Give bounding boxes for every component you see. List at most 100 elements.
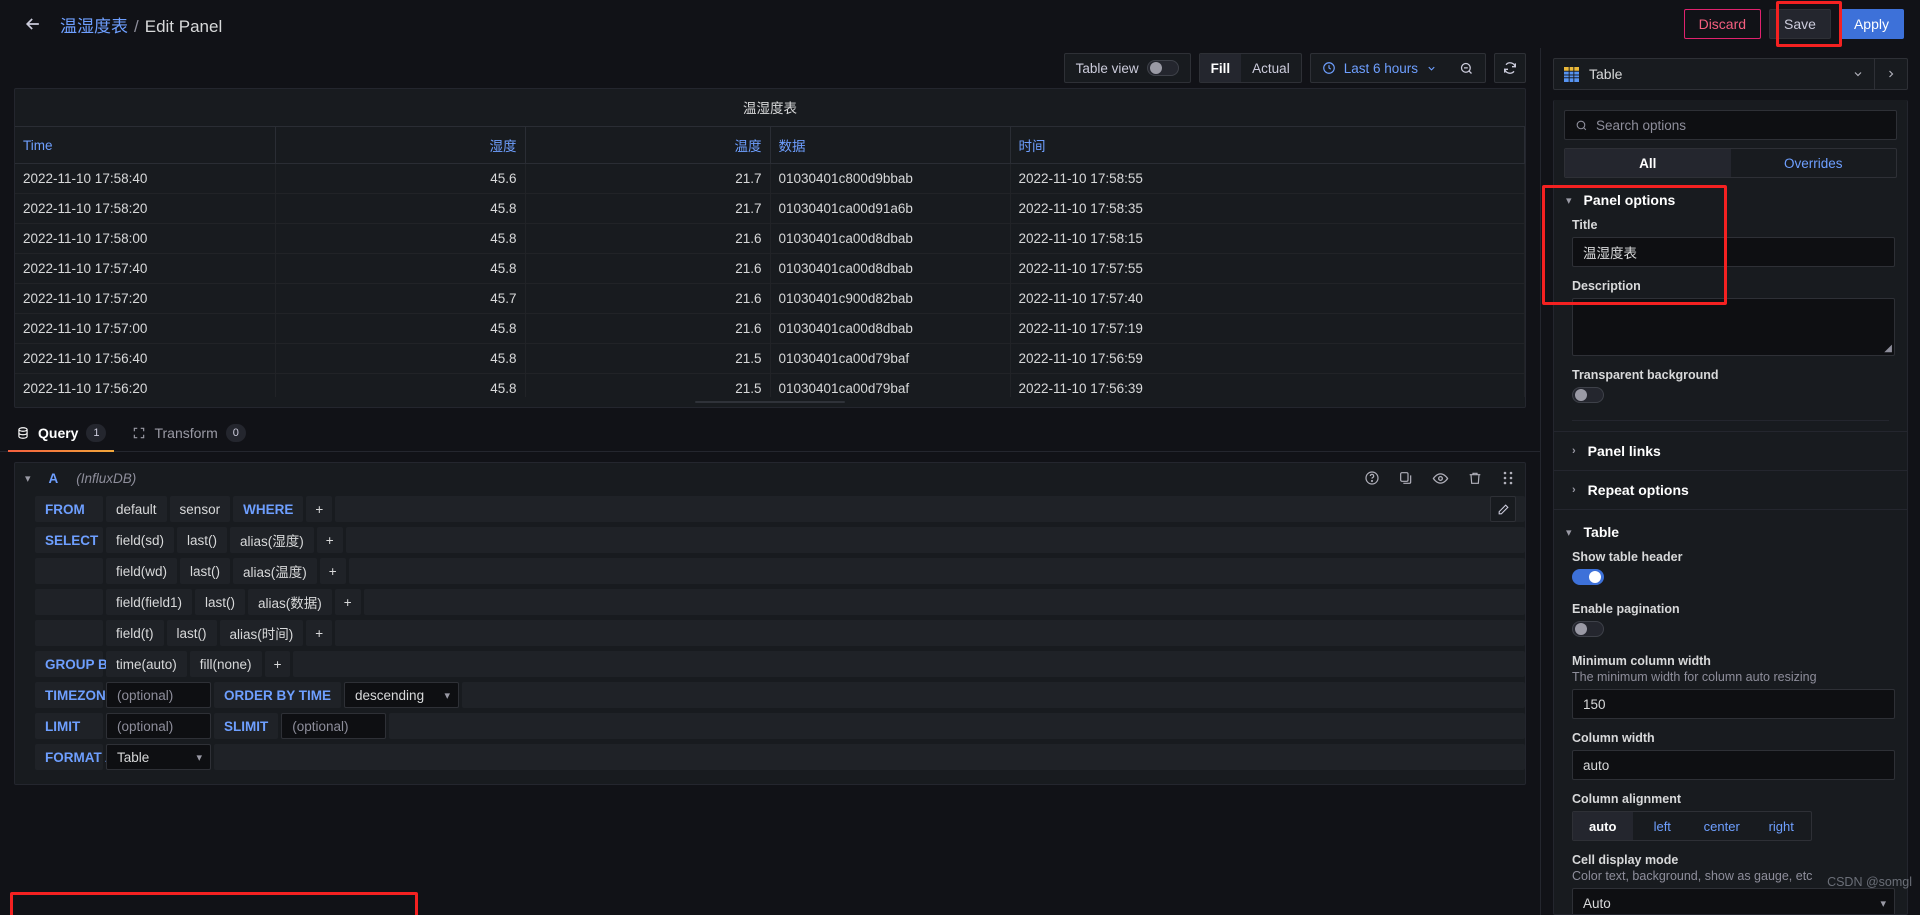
duplicate-icon[interactable] <box>1398 470 1414 486</box>
transparent-background-switch[interactable] <box>1572 387 1604 403</box>
column-alignment-tabs: auto left center right <box>1572 811 1812 841</box>
time-range-picker[interactable]: Last 6 hours <box>1311 54 1448 82</box>
format-as-select[interactable]: Table ▾ <box>106 744 211 770</box>
col-header-timestamp[interactable]: 时间 <box>1010 126 1525 164</box>
min-column-width-input[interactable]: 150 <box>1572 689 1895 719</box>
eye-icon[interactable] <box>1432 470 1449 487</box>
select-alias-3[interactable]: alias(时间) <box>219 620 304 646</box>
where-add-button[interactable]: + <box>306 496 333 522</box>
select-alias-1[interactable]: alias(温度) <box>233 558 317 584</box>
select-add-button-3[interactable]: + <box>306 620 333 646</box>
section-panel-options[interactable]: ▾ Panel options <box>1554 178 1907 218</box>
col-header-time[interactable]: Time <box>15 126 276 164</box>
query-row-select-3: field(t) last() alias(时间) + <box>35 619 1525 647</box>
panel-links-label: Panel links <box>1587 443 1661 459</box>
select-field-1[interactable]: field(wd) <box>106 558 178 584</box>
tab-transform[interactable]: Transform 0 <box>130 418 247 451</box>
column-alignment-right[interactable]: right <box>1752 812 1812 840</box>
tab-query[interactable]: Query 1 <box>7 418 115 452</box>
table-cell: 21.7 <box>525 193 771 224</box>
help-icon[interactable] <box>1364 470 1380 486</box>
select-alias-0[interactable]: alias(湿度) <box>230 527 314 553</box>
tab-all[interactable]: All <box>1565 149 1731 177</box>
col-header-humidity[interactable]: 湿度 <box>275 126 526 164</box>
col-header-temperature[interactable]: 温度 <box>525 126 771 164</box>
table-view-switch[interactable] <box>1146 60 1179 76</box>
select-function-2[interactable]: last() <box>195 589 246 615</box>
drag-handle-icon[interactable] <box>1501 470 1515 486</box>
toggle-knob <box>1149 62 1162 74</box>
select-add-button-0[interactable]: + <box>316 527 343 553</box>
select-row-spacer <box>35 620 103 646</box>
transform-count-badge: 0 <box>225 424 246 442</box>
visualization-picker[interactable]: Table <box>1553 58 1908 90</box>
select-alias-2[interactable]: alias(数据) <box>248 589 332 615</box>
title-input[interactable]: 温湿度表 <box>1572 237 1895 267</box>
select-add-button-2[interactable]: + <box>334 589 361 615</box>
panel-resize-handle[interactable] <box>15 397 1525 407</box>
cell-display-mode-select[interactable]: Auto ▾ <box>1572 888 1895 914</box>
select-field-0[interactable]: field(sd) <box>106 527 175 553</box>
col-header-data[interactable]: 数据 <box>770 126 1011 164</box>
apply-button[interactable]: Apply <box>1838 9 1904 39</box>
breadcrumb-separator: / <box>134 16 139 36</box>
from-measurement[interactable]: sensor <box>169 496 231 522</box>
table-cell: 01030401c800d9bbab <box>770 163 1011 194</box>
show-table-header-switch[interactable] <box>1572 569 1604 585</box>
trash-icon[interactable] <box>1467 470 1483 486</box>
column-alignment-auto[interactable]: auto <box>1573 812 1633 840</box>
select-add-button-1[interactable]: + <box>319 558 346 584</box>
discard-button[interactable]: Discard <box>1683 9 1762 39</box>
query-edit-mode-button[interactable] <box>1490 496 1516 522</box>
column-width-input[interactable]: auto <box>1572 750 1895 780</box>
section-repeat-options[interactable]: › Repeat options <box>1554 470 1907 509</box>
resize-grip-icon[interactable]: ◢ <box>1884 343 1892 354</box>
table-cell: 45.8 <box>275 253 526 284</box>
query-body: FROM default sensor WHERE + SELECT field(… <box>15 493 1525 784</box>
actual-button[interactable]: Actual <box>1241 54 1301 82</box>
group-by-add-button[interactable]: + <box>264 651 291 677</box>
back-button[interactable] <box>16 7 50 41</box>
section-panel-links[interactable]: › Panel links <box>1554 431 1907 470</box>
limit-input[interactable]: (optional) <box>106 713 211 739</box>
description-textarea[interactable]: ◢ <box>1572 298 1895 356</box>
search-options-input[interactable]: Search options <box>1564 110 1897 140</box>
query-ref-id[interactable]: A <box>49 471 59 486</box>
refresh-button[interactable] <box>1494 53 1526 83</box>
fill-button[interactable]: Fill <box>1199 54 1242 82</box>
from-policy[interactable]: default <box>106 496 167 522</box>
slimit-input[interactable]: (optional) <box>281 713 387 739</box>
timezone-input[interactable]: (optional) <box>106 682 211 708</box>
tab-overrides[interactable]: Overrides <box>1731 149 1897 177</box>
group-by-fill[interactable]: fill(none) <box>189 651 262 677</box>
select-function-0[interactable]: last() <box>177 527 228 553</box>
viz-current[interactable]: Table <box>1554 66 1842 82</box>
breadcrumb-dashboard[interactable]: 温湿度表 <box>60 12 128 37</box>
cell-display-mode-label: Cell display mode <box>1572 853 1679 867</box>
table-cell: 21.6 <box>525 223 771 254</box>
select-function-3[interactable]: last() <box>166 620 217 646</box>
options-scroll: ▾ Panel options Title 温湿度表 Description ◢… <box>1554 178 1907 914</box>
save-button[interactable]: Save <box>1769 9 1831 39</box>
table-view-toggle[interactable]: Table view <box>1065 54 1190 82</box>
options-collapse-button[interactable] <box>1875 59 1907 89</box>
fill-actual-group: Fill Actual <box>1198 53 1302 83</box>
query-collapse-icon[interactable]: ▾ <box>25 472 31 485</box>
group-by-time[interactable]: time(auto) <box>106 651 187 677</box>
column-alignment-left[interactable]: left <box>1633 812 1693 840</box>
select-function-1[interactable]: last() <box>180 558 231 584</box>
database-icon <box>18 427 28 439</box>
options-scrollbar[interactable] <box>1907 400 1908 470</box>
section-table[interactable]: ▾ Table <box>1554 509 1907 550</box>
viz-expand-button[interactable] <box>1842 59 1874 89</box>
chevron-down-icon: ▾ <box>1566 526 1572 539</box>
from-row-filler <box>335 496 1525 522</box>
enable-pagination-switch[interactable] <box>1572 621 1604 637</box>
zoom-out-button[interactable] <box>1448 54 1485 82</box>
order-by-time-select[interactable]: descending ▾ <box>344 682 460 708</box>
search-row: Search options <box>1554 100 1907 148</box>
table-cell: 01030401ca00d91a6b <box>770 193 1011 224</box>
select-field-3[interactable]: field(t) <box>106 620 164 646</box>
column-alignment-center[interactable]: center <box>1692 812 1752 840</box>
select-field-2[interactable]: field(field1) <box>106 589 193 615</box>
